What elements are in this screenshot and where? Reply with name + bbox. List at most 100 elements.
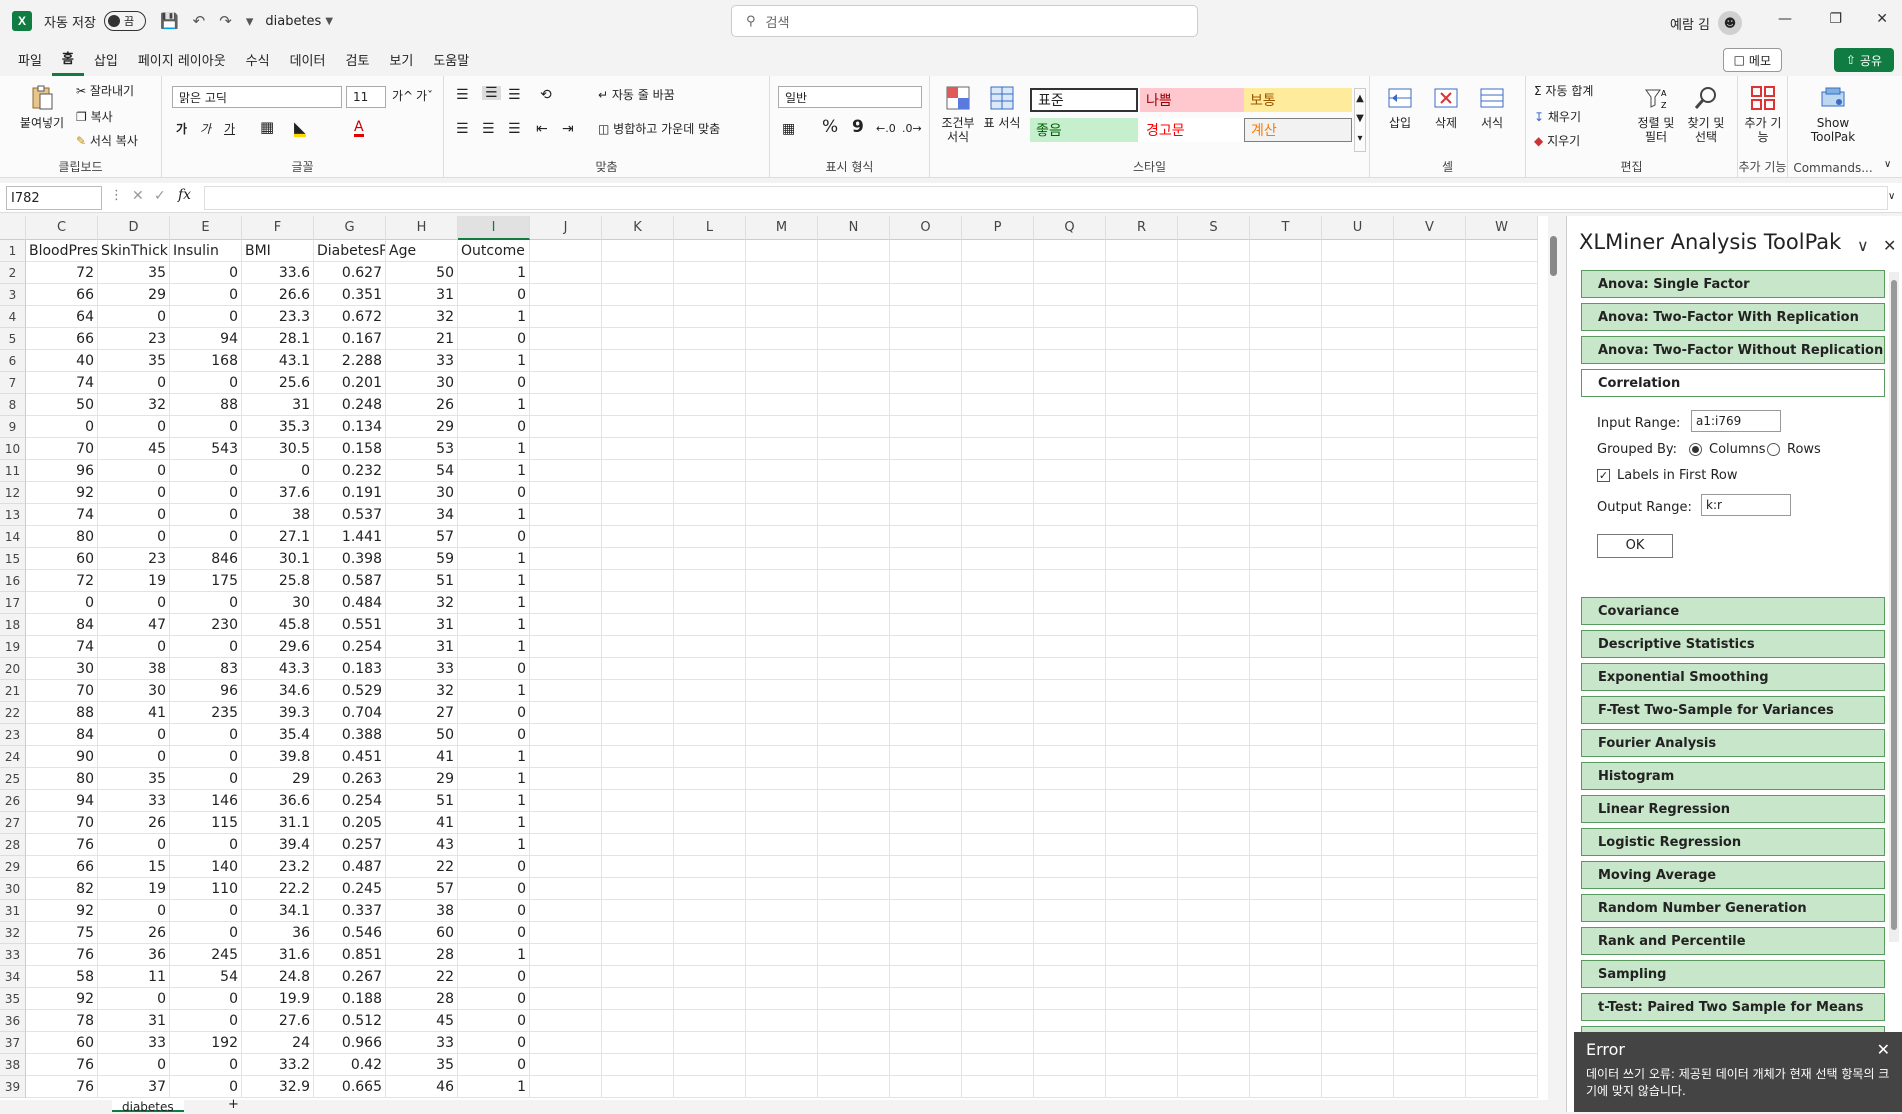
table-cell[interactable] — [1394, 394, 1466, 416]
table-cell[interactable]: 31.6 — [242, 944, 314, 966]
tool-item[interactable]: Logistic Regression — [1581, 828, 1885, 856]
table-cell[interactable]: 35.4 — [242, 724, 314, 746]
row-header[interactable]: 1 — [0, 240, 26, 262]
table-cell[interactable]: 0 — [170, 922, 242, 944]
input-range-field[interactable]: a1:i769 — [1691, 410, 1781, 432]
table-cell[interactable] — [602, 526, 674, 548]
table-cell[interactable]: 35 — [98, 350, 170, 372]
table-cell[interactable]: 1.441 — [314, 526, 386, 548]
table-cell[interactable] — [1106, 614, 1178, 636]
table-cell[interactable] — [1322, 768, 1394, 790]
table-cell[interactable] — [1466, 746, 1538, 768]
table-cell[interactable]: 0.254 — [314, 636, 386, 658]
table-cell[interactable] — [674, 504, 746, 526]
table-cell[interactable]: 22.2 — [242, 878, 314, 900]
expand-formula-icon[interactable]: ∨ — [1888, 190, 1895, 204]
row-header[interactable]: 7 — [0, 372, 26, 394]
table-cell[interactable] — [1034, 570, 1106, 592]
table-cell[interactable] — [1106, 856, 1178, 878]
table-cell[interactable] — [746, 1032, 818, 1054]
table-cell[interactable]: 23.2 — [242, 856, 314, 878]
row-header[interactable]: 35 — [0, 988, 26, 1010]
table-cell[interactable]: 0.134 — [314, 416, 386, 438]
table-cell[interactable]: 0 — [98, 372, 170, 394]
table-cell[interactable] — [818, 878, 890, 900]
column-header-f[interactable]: F — [242, 216, 314, 240]
table-cell[interactable] — [1106, 790, 1178, 812]
table-cell[interactable]: 0 — [170, 526, 242, 548]
table-cell[interactable]: 74 — [26, 636, 98, 658]
table-cell[interactable] — [1106, 900, 1178, 922]
table-cell[interactable] — [962, 1010, 1034, 1032]
table-cell[interactable] — [674, 372, 746, 394]
table-cell[interactable] — [1322, 966, 1394, 988]
table-cell[interactable] — [890, 768, 962, 790]
table-cell[interactable] — [818, 988, 890, 1010]
table-cell[interactable] — [1178, 834, 1250, 856]
table-cell[interactable]: 0 — [98, 724, 170, 746]
table-cell[interactable] — [674, 592, 746, 614]
table-cell[interactable] — [890, 966, 962, 988]
table-cell[interactable] — [602, 614, 674, 636]
table-cell[interactable] — [602, 284, 674, 306]
table-cell[interactable]: 0 — [98, 636, 170, 658]
table-cell[interactable] — [1178, 900, 1250, 922]
table-cell[interactable]: 26.6 — [242, 284, 314, 306]
shrink-font-button[interactable]: 가ˇ — [416, 89, 433, 103]
table-cell[interactable]: 51 — [386, 570, 458, 592]
table-cell[interactable] — [1178, 812, 1250, 834]
table-cell[interactable]: 1 — [458, 834, 530, 856]
table-cell[interactable] — [674, 812, 746, 834]
table-cell[interactable] — [1106, 416, 1178, 438]
table-cell[interactable] — [818, 658, 890, 680]
table-cell[interactable] — [1250, 460, 1322, 482]
table-cell[interactable] — [962, 856, 1034, 878]
table-cell[interactable] — [962, 1032, 1034, 1054]
table-cell[interactable] — [1106, 1076, 1178, 1098]
table-cell[interactable] — [1178, 1032, 1250, 1054]
error-close-icon[interactable]: ✕ — [1877, 1040, 1890, 1059]
table-cell[interactable] — [1466, 306, 1538, 328]
row-header[interactable]: 28 — [0, 834, 26, 856]
table-cell[interactable] — [1394, 900, 1466, 922]
table-cell[interactable] — [746, 1076, 818, 1098]
table-cell[interactable]: 54 — [170, 966, 242, 988]
table-cell[interactable]: 0.587 — [314, 570, 386, 592]
table-cell[interactable]: 32 — [386, 680, 458, 702]
table-cell[interactable] — [962, 768, 1034, 790]
table-cell[interactable] — [1034, 834, 1106, 856]
table-cell[interactable] — [746, 350, 818, 372]
table-cell[interactable] — [1250, 658, 1322, 680]
table-cell[interactable]: 0 — [170, 768, 242, 790]
table-cell[interactable] — [1250, 746, 1322, 768]
table-cell[interactable] — [1322, 372, 1394, 394]
column-header-s[interactable]: S — [1178, 216, 1250, 240]
tab-data[interactable]: 데이터 — [280, 42, 336, 76]
conditional-format-button[interactable]: 조건부 서식 — [936, 84, 980, 144]
table-cell[interactable] — [746, 460, 818, 482]
table-cell[interactable] — [1394, 1010, 1466, 1032]
table-cell[interactable] — [530, 416, 602, 438]
table-cell[interactable] — [530, 922, 602, 944]
table-cell[interactable] — [1466, 834, 1538, 856]
table-cell[interactable]: 76 — [26, 1054, 98, 1076]
table-cell[interactable] — [1394, 636, 1466, 658]
table-cell[interactable] — [818, 1010, 890, 1032]
table-cell[interactable] — [890, 306, 962, 328]
table-cell[interactable] — [890, 636, 962, 658]
table-cell[interactable] — [1322, 504, 1394, 526]
table-cell[interactable]: 43.3 — [242, 658, 314, 680]
table-cell[interactable]: 0 — [170, 746, 242, 768]
table-cell[interactable] — [602, 658, 674, 680]
table-cell[interactable] — [1322, 416, 1394, 438]
table-cell[interactable]: 0.183 — [314, 658, 386, 680]
table-cell[interactable]: 96 — [26, 460, 98, 482]
table-cell[interactable] — [1178, 394, 1250, 416]
table-cell[interactable] — [1250, 834, 1322, 856]
table-cell[interactable]: 0 — [98, 746, 170, 768]
row-header[interactable]: 11 — [0, 460, 26, 482]
table-cell[interactable] — [1250, 944, 1322, 966]
table-cell[interactable] — [1106, 570, 1178, 592]
table-cell[interactable] — [530, 306, 602, 328]
row-header[interactable]: 10 — [0, 438, 26, 460]
